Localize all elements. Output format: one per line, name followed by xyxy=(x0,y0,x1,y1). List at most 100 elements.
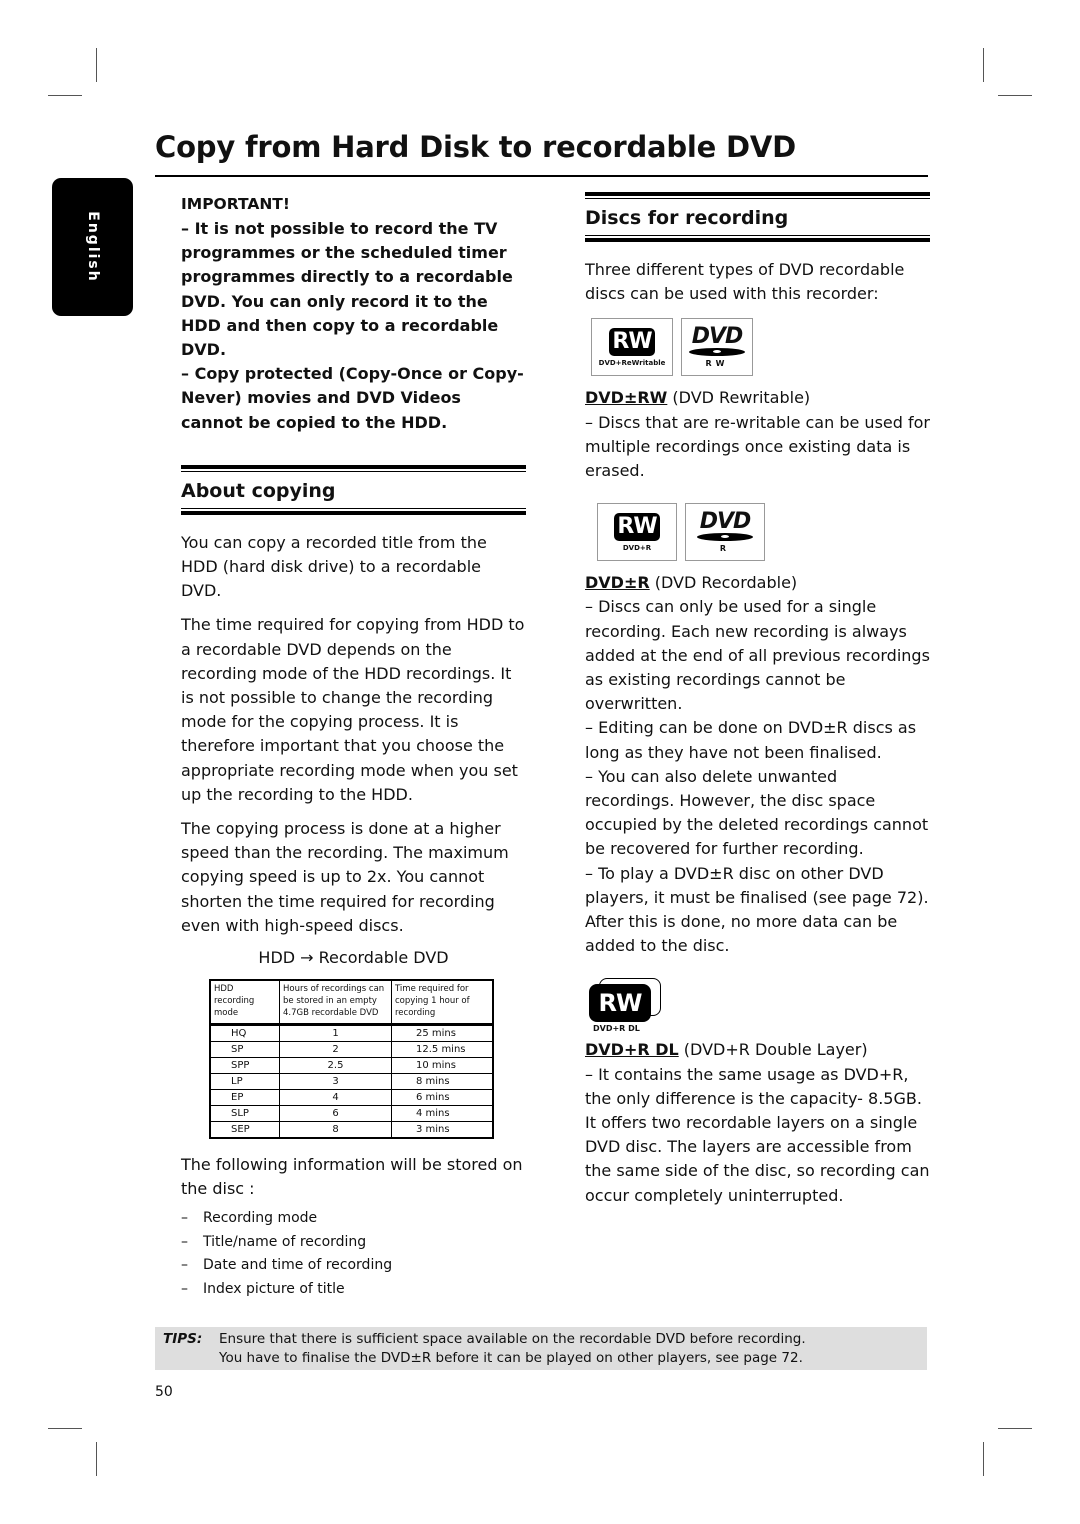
title-rule xyxy=(155,175,928,177)
disc-type-r: DVD±R (DVD Recordable) xyxy=(585,571,930,595)
list-item-text: Index picture of title xyxy=(203,1280,345,1297)
table-cell: SPP xyxy=(209,1057,280,1075)
stored-info-list: – Recording mode – Title/name of recording… xyxy=(181,1207,526,1301)
page-number: 50 xyxy=(155,1384,173,1400)
rule xyxy=(181,470,526,472)
paragraph: The following information will be stored… xyxy=(181,1155,523,1199)
table-row: SEP 8 3 mins xyxy=(209,1121,494,1139)
crop-mark xyxy=(998,95,1032,96)
table-row: LP 3 8 mins xyxy=(209,1073,494,1091)
language-tab: English xyxy=(52,178,133,316)
tips-label: TIPS: xyxy=(163,1331,203,1347)
table-header: HDD recording mode xyxy=(209,979,280,1026)
dvd-rewritable-logo-icon: RW DVD+ReWritable xyxy=(591,318,673,377)
list-item: – Recording mode xyxy=(181,1207,526,1231)
table-cell: 4 xyxy=(279,1089,392,1107)
list-item: – Date and time of recording xyxy=(181,1254,526,1278)
disc-name: (DVD Recordable) xyxy=(649,573,798,593)
list-item: – Index picture of title xyxy=(181,1278,526,1302)
section-heading: Discs for recording xyxy=(585,207,789,229)
paragraph: The copying process is done at a higher … xyxy=(181,819,509,935)
rule xyxy=(585,198,930,199)
logo-caption: DVD+R DL xyxy=(593,1024,640,1034)
language-tab-label: English xyxy=(84,211,101,283)
disc-shape xyxy=(689,347,745,356)
table-cell: 3 mins xyxy=(391,1121,494,1139)
crop-mark xyxy=(983,48,984,82)
important-item: – Copy protected (Copy-Once or Copy-Neve… xyxy=(181,364,524,432)
table-cell: 12.5 mins xyxy=(391,1041,494,1059)
disc-logos-r: RW DVD+R DVD R xyxy=(597,503,930,562)
table-cell: SEP xyxy=(209,1121,280,1139)
dvd-r-double-layer-logo-icon: RW DVD+R DL xyxy=(587,976,667,1034)
rule xyxy=(585,238,930,242)
disc-type-rw: DVD±RW (DVD Rewritable) xyxy=(585,386,930,410)
tips-box: TIPS: Ensure that there is sufficient sp… xyxy=(155,1327,927,1370)
rw-badge: RW xyxy=(589,984,651,1023)
list-item: – Title/name of recording xyxy=(181,1231,526,1255)
table-row: EP 4 6 mins xyxy=(209,1089,494,1107)
disc-description: – Discs that are re-writable can be used… xyxy=(585,412,930,481)
crop-mark xyxy=(983,1442,984,1476)
important-heading: IMPORTANT! xyxy=(181,195,290,213)
table-row: SLP 6 4 mins xyxy=(209,1105,494,1123)
table-cell: 25 mins xyxy=(391,1024,494,1043)
disc-keyword: DVD±RW xyxy=(585,388,668,408)
disc-type-dl: DVD+R DL (DVD+R Double Layer) xyxy=(585,1038,930,1062)
table-cell: 6 mins xyxy=(391,1089,494,1107)
paragraph: Three different types of DVD recordable … xyxy=(585,260,905,304)
table-cell: 4 mins xyxy=(391,1105,494,1123)
disc-name: (DVD Rewritable) xyxy=(667,388,811,408)
crop-mark xyxy=(998,1428,1032,1429)
dvd-recordable-logo-icon: RW DVD+R xyxy=(597,503,677,562)
disc-description: – Discs can only be used for a single re… xyxy=(585,597,930,714)
list-item-text: Recording mode xyxy=(203,1210,318,1227)
disc-shape xyxy=(697,532,753,541)
rw-badge: RW xyxy=(614,512,660,541)
disc-keyword: DVD±R xyxy=(585,573,650,593)
crop-mark xyxy=(48,95,82,96)
table-row: SP 2 12.5 mins xyxy=(209,1041,494,1059)
flow-label: HDD → Recordable DVD xyxy=(258,948,449,968)
paragraph: The time required for copying from HDD t… xyxy=(181,615,525,804)
tip-line: You have to finalise the DVD±R before it… xyxy=(219,1350,803,1366)
table-header: Hours of recordings can be stored in an … xyxy=(279,979,392,1026)
logo-caption: RW xyxy=(705,358,729,368)
tip-line: Ensure that there is sufficient space av… xyxy=(219,1331,806,1347)
left-column: IMPORTANT! – It is not possible to recor… xyxy=(181,195,526,1301)
disc-logos-rw: RW DVD+ReWritable DVD RW xyxy=(591,318,930,377)
table-cell: 2 xyxy=(279,1041,392,1059)
table-cell: 6 xyxy=(279,1105,392,1123)
logo-caption: DVD+R xyxy=(622,543,652,552)
table-cell: HQ xyxy=(209,1024,280,1043)
table-cell: EP xyxy=(209,1089,280,1107)
table-row: SPP 2.5 10 mins xyxy=(209,1057,494,1075)
recording-mode-table: HDD recording mode Hours of recordings c… xyxy=(209,979,494,1140)
table-cell: 8 xyxy=(279,1121,392,1139)
paragraph: You can copy a recorded title from the H… xyxy=(181,532,487,601)
disc-description: – It contains the same usage as DVD+R, t… xyxy=(585,1064,930,1205)
rule xyxy=(585,235,930,236)
rule xyxy=(181,507,526,509)
dvd-logo-icon: DVD RW xyxy=(681,318,753,377)
logo-caption: R xyxy=(719,543,731,553)
right-column: Discs for recording Three different type… xyxy=(585,192,930,1208)
crop-mark xyxy=(96,48,97,82)
table-cell: LP xyxy=(209,1073,280,1091)
dvd-wordmark: DVD xyxy=(691,323,744,349)
disc-description: – Editing can be done on DVD±R discs as … xyxy=(585,718,917,762)
important-item: – It is not possible to record the TV pr… xyxy=(181,219,513,360)
rule xyxy=(181,510,526,515)
table-cell: SLP xyxy=(209,1105,280,1123)
disc-name: (DVD+R Double Layer) xyxy=(678,1040,868,1060)
table-row: HQ 1 25 mins xyxy=(209,1024,494,1043)
disc-description: – To play a DVD±R disc on other DVD play… xyxy=(585,863,929,956)
crop-mark xyxy=(48,1428,82,1429)
rule xyxy=(181,464,526,469)
section-header-about-copying: About copying xyxy=(181,464,526,515)
list-item-text: Title/name of recording xyxy=(203,1233,367,1250)
table-cell: 2.5 xyxy=(279,1057,392,1075)
disc-description: – You can also delete unwanted recording… xyxy=(585,766,929,859)
disc-keyword: DVD+R DL xyxy=(585,1040,679,1060)
table-header-row: HDD recording mode Hours of recordings c… xyxy=(209,979,494,1026)
